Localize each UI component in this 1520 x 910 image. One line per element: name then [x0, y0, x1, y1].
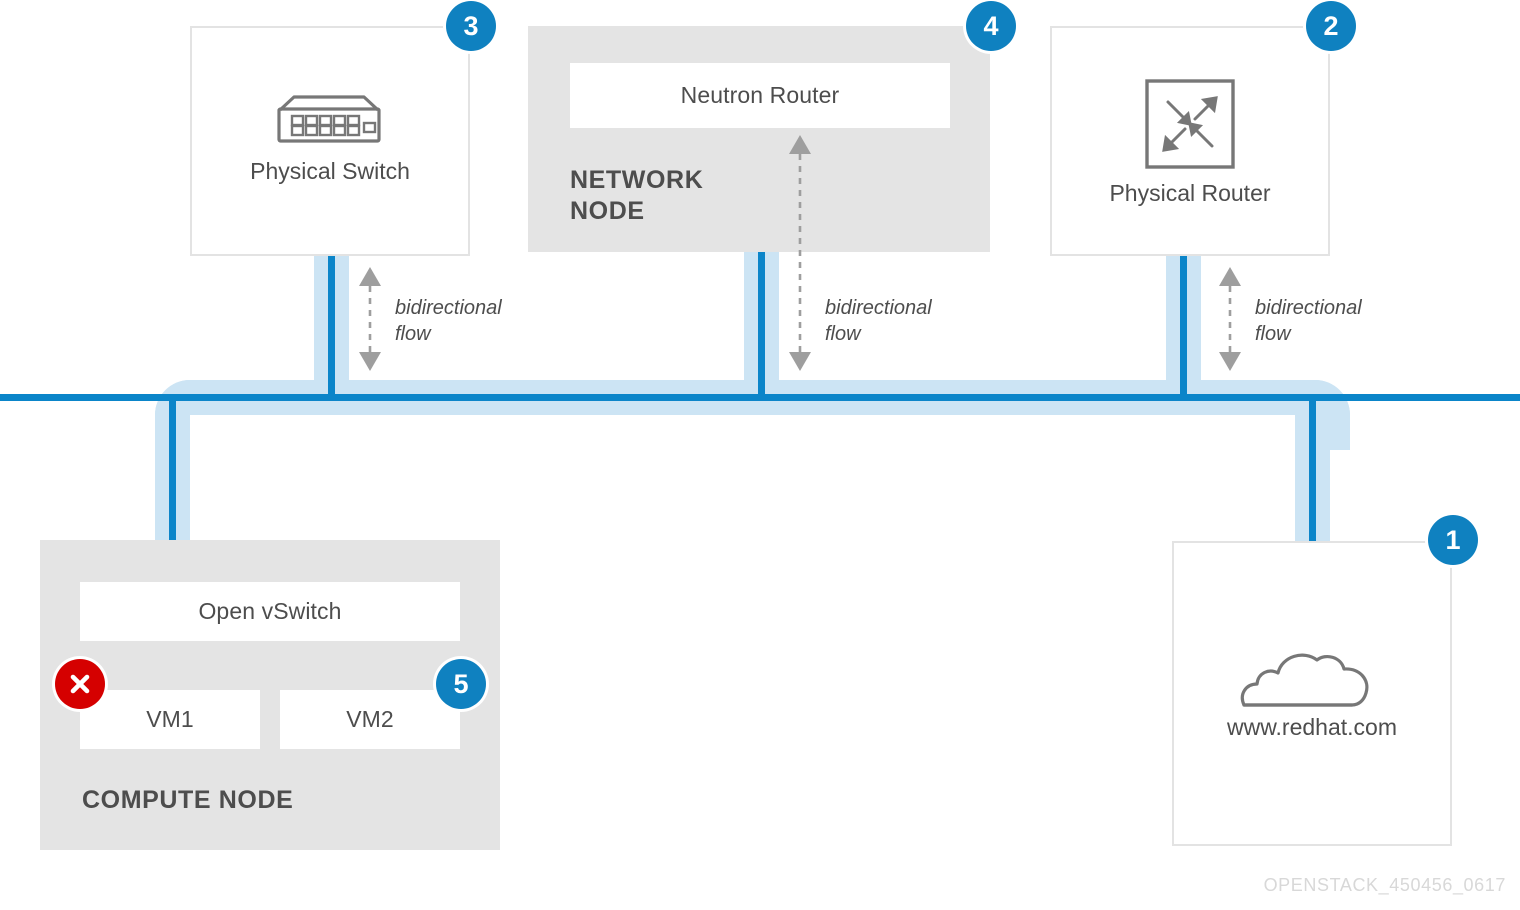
open-vswitch-card[interactable]: Open vSwitch — [80, 582, 460, 641]
flow-label-line1: bidirectional — [825, 297, 932, 319]
flow-label-line1: bidirectional — [395, 297, 502, 319]
network-node-line-dark — [758, 252, 765, 401]
badge-vm2[interactable]: 5 — [436, 659, 486, 709]
internet-caption: www.redhat.com — [1226, 714, 1397, 740]
compute-node-line-stub — [169, 520, 176, 542]
router-arrows-icon — [1145, 79, 1235, 169]
flow-label-physical-router: bidirectional flow — [1255, 295, 1415, 347]
badge-vm1-blocked[interactable] — [55, 659, 105, 709]
neutron-router-card[interactable]: Neutron Router — [570, 63, 950, 128]
badge-physical-switch[interactable]: 3 — [446, 1, 496, 51]
vm1-label: VM1 — [146, 706, 194, 732]
physical-router-caption: Physical Router — [1109, 180, 1271, 206]
physical-switch-caption: Physical Switch — [250, 158, 410, 184]
flow-label-physical-switch: bidirectional flow — [395, 295, 555, 347]
bidirectional-arrow-icon — [359, 267, 381, 371]
x-cross-icon — [70, 674, 90, 694]
flow-label-network-node: bidirectional flow — [825, 295, 985, 347]
internet-line-stub — [1309, 515, 1316, 541]
flow-label-line1: bidirectional — [1255, 297, 1362, 319]
footer-document-code: OPENSTACK_450456_0617 — [1263, 875, 1506, 895]
flow-label-line2: flow — [1255, 323, 1291, 345]
network-switch-icon — [277, 95, 381, 143]
badge-physical-router[interactable]: 2 — [1306, 1, 1356, 51]
physical-router-line-dark — [1180, 255, 1187, 401]
compute-node-title: COMPUTE NODE — [82, 786, 294, 814]
network-flow-diagram: Physical Switch 3 Neutron Router NETWORK… — [0, 0, 1520, 910]
vm2-label: VM2 — [346, 706, 394, 732]
cloud-icon — [1240, 653, 1369, 707]
flow-label-line2: flow — [825, 323, 861, 345]
vm1-card[interactable]: VM1 — [80, 690, 260, 749]
badge-network-node[interactable]: 4 — [966, 1, 1016, 51]
bidirectional-arrow-icon — [1219, 267, 1241, 371]
flow-label-line2: flow — [395, 323, 431, 345]
physical-switch-line-dark — [328, 255, 335, 401]
open-vswitch-label: Open vSwitch — [198, 598, 342, 624]
flow-annotation-physical-router: bidirectional flow — [1215, 265, 1415, 375]
badge-internet[interactable]: 1 — [1428, 515, 1478, 565]
flow-annotation-network-node: bidirectional flow — [785, 133, 985, 373]
bidirectional-arrow-icon — [789, 135, 811, 371]
flow-annotation-physical-switch: bidirectional flow — [355, 265, 555, 375]
neutron-router-label: Neutron Router — [680, 82, 840, 108]
vm2-card[interactable]: VM2 — [280, 690, 460, 749]
network-node-title: NETWORK NODE — [570, 166, 704, 225]
